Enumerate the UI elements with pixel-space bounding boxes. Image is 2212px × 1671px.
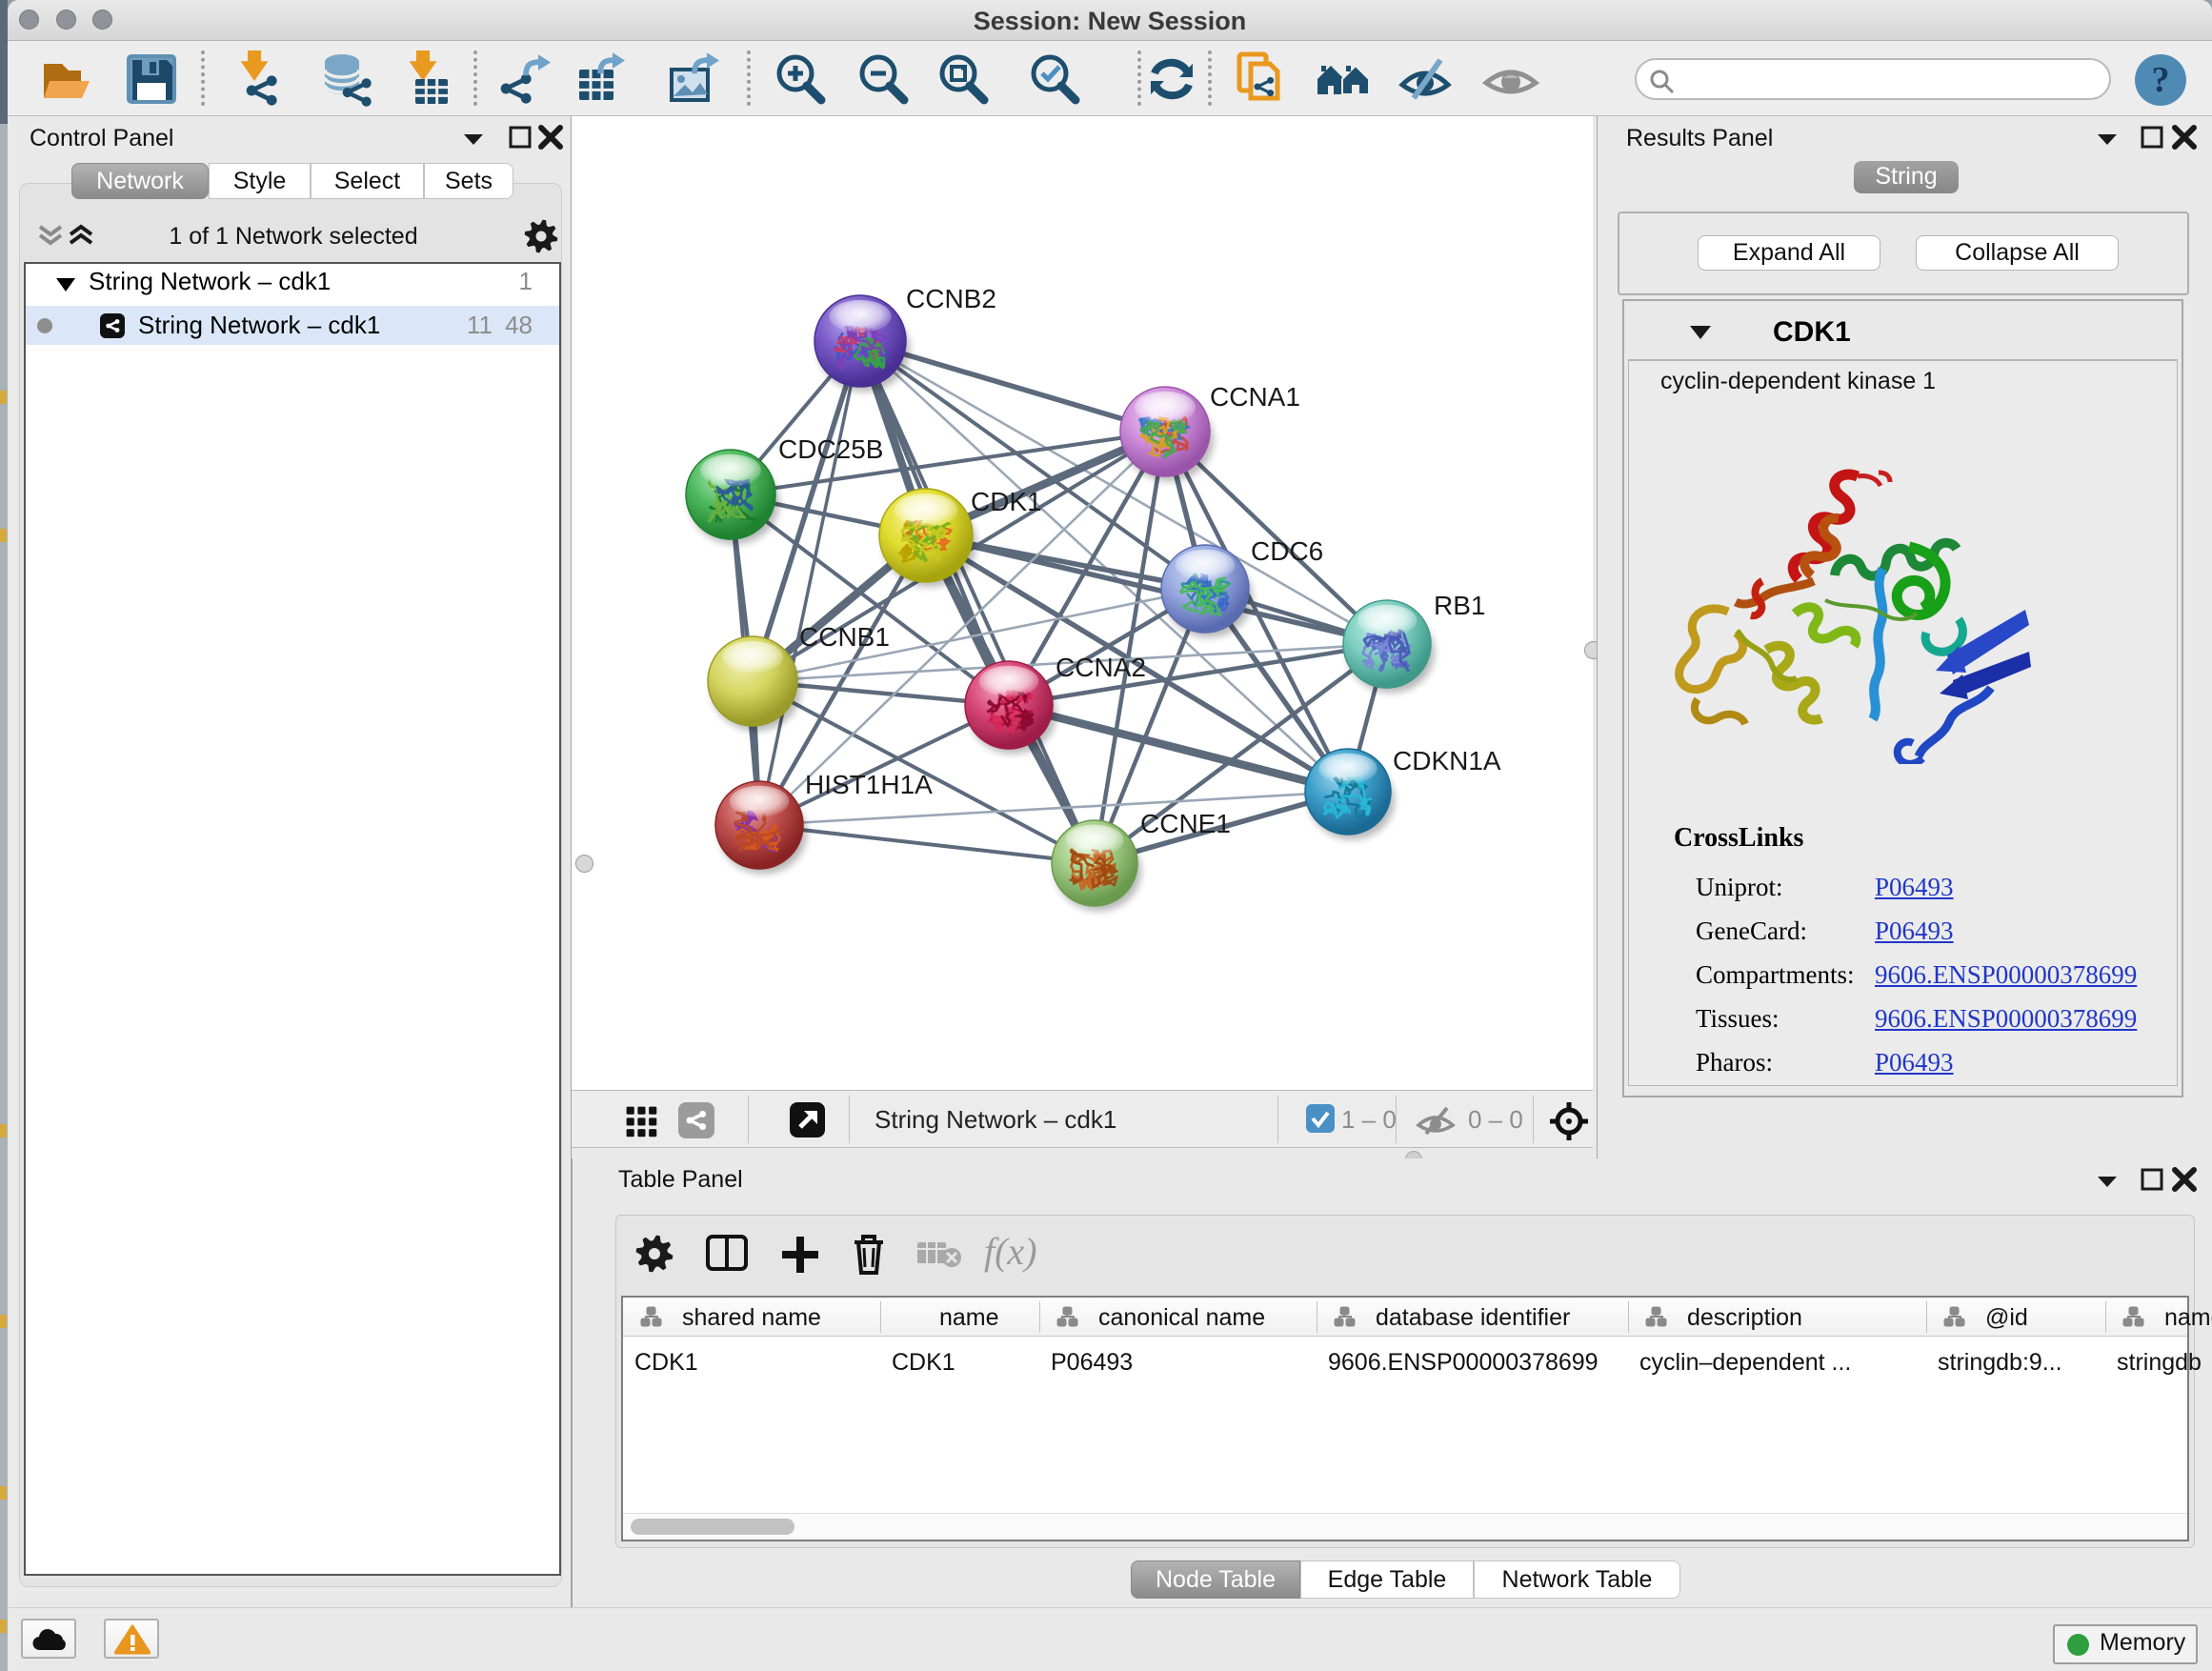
svg-text:CDKN1A: CDKN1A	[1393, 746, 1501, 775]
svg-text:CCNE1: CCNE1	[1140, 809, 1231, 838]
svg-text:CDC6: CDC6	[1251, 536, 1323, 566]
svg-text:CCNB2: CCNB2	[906, 284, 996, 313]
svg-text:CCNB1: CCNB1	[799, 622, 890, 652]
svg-text:RB1: RB1	[1434, 591, 1485, 620]
svg-text:CCNA2: CCNA2	[1056, 653, 1146, 682]
svg-text:HIST1H1A: HIST1H1A	[805, 770, 933, 799]
svg-text:?: ?	[2152, 60, 2170, 100]
svg-text:CDC25B: CDC25B	[778, 434, 883, 464]
svg-text:CCNA1: CCNA1	[1210, 382, 1300, 412]
svg-text:CDK1: CDK1	[971, 487, 1042, 516]
